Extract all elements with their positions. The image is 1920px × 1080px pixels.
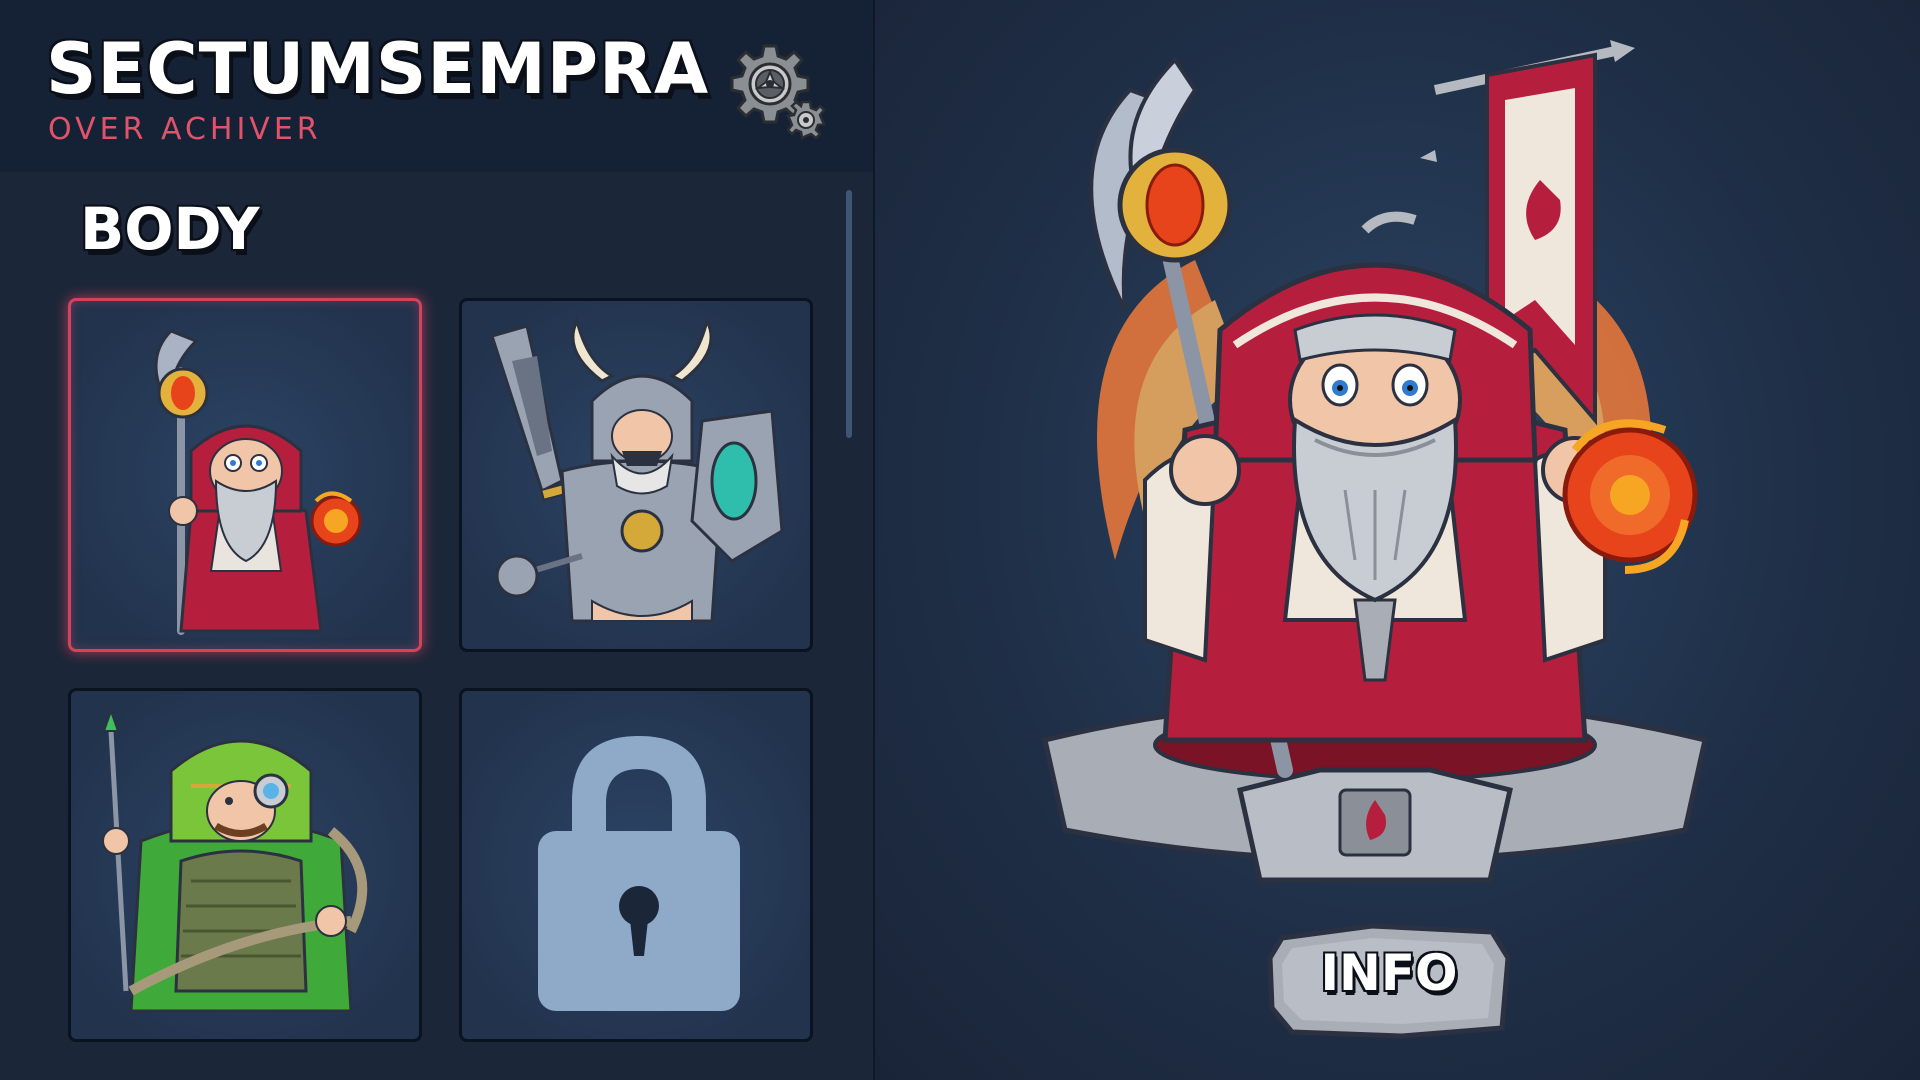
body-option-locked[interactable] bbox=[459, 688, 813, 1042]
lock-icon bbox=[538, 736, 740, 1011]
player-header: SECTUMSEMPRA OVER ACHIVER bbox=[0, 0, 873, 172]
archer-portrait bbox=[102, 707, 368, 1013]
knight-portrait bbox=[490, 316, 784, 623]
wizard-portrait bbox=[154, 329, 362, 635]
section-title-body: BODY bbox=[80, 195, 260, 263]
scrollbar-thumb[interactable] bbox=[846, 190, 852, 438]
gear-icon bbox=[730, 44, 826, 140]
body-option-archer[interactable] bbox=[68, 688, 422, 1042]
body-option-knight[interactable] bbox=[459, 298, 813, 652]
body-option-wizard[interactable] bbox=[68, 298, 422, 652]
info-button[interactable]: INFO bbox=[1262, 918, 1516, 1042]
player-rank: OVER ACHIVER bbox=[48, 112, 322, 147]
player-name: SECTUMSEMPRA bbox=[46, 28, 710, 110]
info-button-label: INFO bbox=[1320, 944, 1458, 1002]
customization-panel: SECTUMSEMPRA OVER ACHIVER BODY bbox=[0, 0, 875, 1080]
settings-button[interactable] bbox=[730, 44, 830, 144]
